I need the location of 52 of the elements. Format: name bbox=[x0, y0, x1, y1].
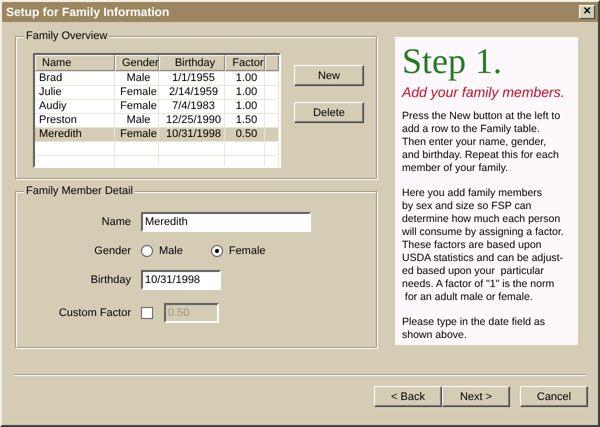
help-paragraph: Press the New button at the left to add a row to the Family table. Then enter your name, gender, and birthday. Repeat this for each member of your family. bbox=[402, 110, 562, 175]
table-cell: Brad bbox=[35, 72, 115, 85]
table-cell: 10/31/1998 bbox=[159, 128, 225, 141]
new-button[interactable]: New bbox=[294, 65, 364, 86]
step-subheading: Add your family members. bbox=[402, 84, 566, 100]
table-cell: Male bbox=[115, 114, 159, 127]
table-cell: Julie bbox=[35, 86, 115, 99]
back-button[interactable]: < Back bbox=[374, 386, 442, 407]
table-cell: 7/4/1983 bbox=[159, 100, 225, 113]
table-row[interactable]: Audiy Female 7/4/1983 1.00 bbox=[35, 100, 279, 114]
checkbox[interactable] bbox=[141, 307, 153, 319]
table-cell: 2/14/1959 bbox=[159, 86, 225, 99]
group-title: Family Member Detail bbox=[24, 185, 135, 197]
field-label: Gender bbox=[93, 245, 131, 257]
table-row[interactable]: Meredith Female 10/31/1998 0.50 bbox=[35, 128, 279, 142]
cancel-button[interactable]: Cancel bbox=[520, 386, 588, 407]
step-heading: Step 1. bbox=[402, 41, 504, 81]
table-cell: 1.00 bbox=[225, 86, 265, 99]
delete-button[interactable]: Delete bbox=[294, 102, 364, 123]
table-cell: Preston bbox=[35, 114, 115, 127]
column-header[interactable]: Factor bbox=[225, 55, 265, 71]
table-cell: Male bbox=[115, 72, 159, 85]
field-label: Name bbox=[100, 216, 131, 228]
next-button[interactable]: Next > bbox=[442, 386, 510, 407]
close-button[interactable]: ✕ bbox=[579, 5, 595, 19]
table-cell: 0.50 bbox=[225, 128, 265, 141]
group-title: Family Overview bbox=[24, 30, 110, 42]
table-cell: Female bbox=[115, 128, 159, 141]
table-cell: Female bbox=[115, 100, 159, 113]
column-header[interactable]: Gender bbox=[115, 55, 159, 71]
column-header[interactable]: Birthday bbox=[159, 55, 225, 71]
table-cell: 1/1/1955 bbox=[159, 72, 225, 85]
window-title: Setup for Family Information bbox=[6, 5, 170, 19]
help-paragraph: Here you add family members by sex and size so FSP can determine how much each person will consume by assigning a factor. These factors are based upon USDA statistics and can be adjust- ed based upon your particular needs. A factor of "1" is the norm for an adult male or female. bbox=[402, 187, 565, 304]
table-row[interactable]: Julie Female 2/14/1959 1.00 bbox=[35, 86, 279, 100]
table-cell: 1.50 bbox=[225, 114, 265, 127]
field-label: Birthday bbox=[90, 274, 131, 286]
name-field[interactable]: Meredith bbox=[141, 212, 311, 232]
table-cell: 12/25/1990 bbox=[159, 114, 225, 127]
table-row[interactable]: Brad Male 1/1/1955 1.00 bbox=[35, 72, 279, 86]
table-cell: Female bbox=[115, 86, 159, 99]
table-cell: 1.00 bbox=[225, 100, 265, 113]
column-header[interactable]: Name bbox=[35, 55, 115, 71]
birthday-field[interactable]: 10/31/1998 bbox=[141, 270, 221, 290]
table-row[interactable]: Preston Male 12/25/1990 1.50 bbox=[35, 114, 279, 128]
radio-option[interactable]: Female bbox=[210, 245, 266, 257]
table-cell: 1.00 bbox=[225, 72, 265, 85]
table-cell: Audiy bbox=[35, 100, 115, 113]
field-label: Custom Factor bbox=[58, 307, 131, 319]
table-cell: Meredith bbox=[35, 128, 115, 141]
help-paragraph: Please type in the date field as shown above. bbox=[402, 316, 546, 342]
radio-option[interactable]: Male bbox=[141, 245, 183, 257]
